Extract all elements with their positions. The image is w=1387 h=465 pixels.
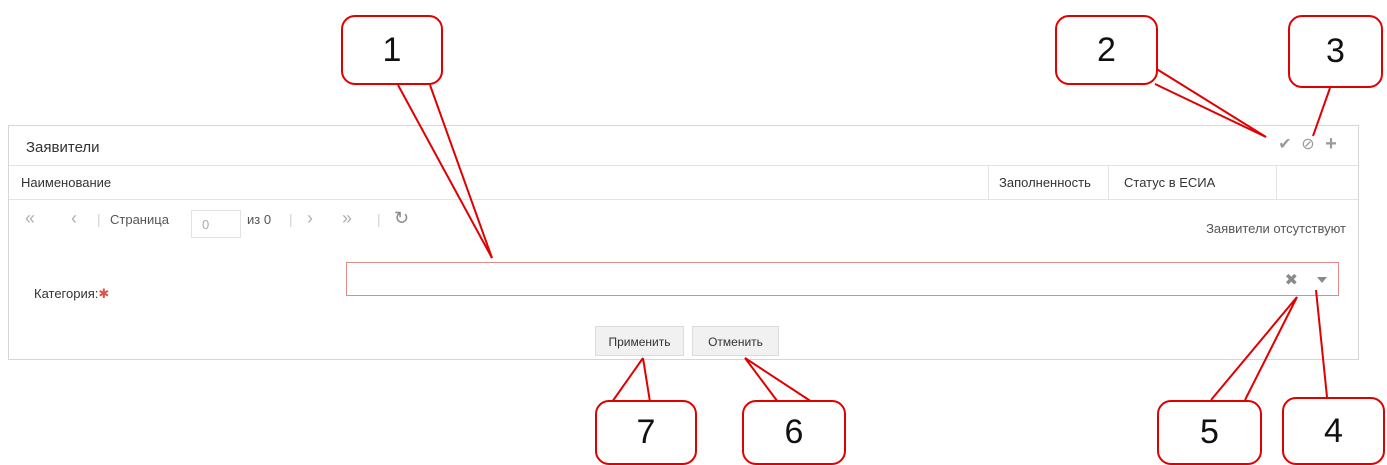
- required-marker: ✱: [98, 286, 110, 301]
- first-page-icon[interactable]: «: [25, 208, 35, 229]
- grid-header: Наименование Заполненность Статус в ЕСИА: [9, 166, 1358, 200]
- pager-separator: |: [289, 211, 293, 227]
- page-number-input[interactable]: [191, 210, 241, 238]
- pager-separator: |: [377, 211, 381, 227]
- callout-7: 7: [595, 400, 697, 465]
- column-header-name[interactable]: Наименование: [21, 166, 981, 199]
- leader-6b: [744, 357, 813, 403]
- category-combobox[interactable]: ✖: [346, 262, 1339, 296]
- panel-title: Заявители: [26, 139, 100, 156]
- pager-separator: |: [97, 211, 101, 227]
- column-header-empty: [1276, 166, 1360, 199]
- column-header-completeness[interactable]: Заполненность: [988, 166, 1108, 199]
- callout-2: 2: [1055, 15, 1158, 85]
- applicants-panel: Заявители ✔ ⊘ + Наименование Заполненнос…: [8, 125, 1359, 360]
- leader-7a: [611, 357, 644, 403]
- callout-5: 5: [1157, 400, 1262, 465]
- page-label: Страница: [110, 212, 169, 227]
- refresh-icon[interactable]: ↻: [394, 208, 409, 229]
- check-icon[interactable]: ✔: [1276, 135, 1294, 153]
- clear-icon[interactable]: ✖: [1285, 270, 1298, 290]
- cancel-button[interactable]: Отменить: [692, 326, 779, 356]
- empty-message: Заявители отсутствуют: [1206, 221, 1346, 236]
- last-page-icon[interactable]: »: [342, 208, 352, 229]
- panel-header: Заявители ✔ ⊘ +: [9, 126, 1358, 166]
- callout-6: 6: [742, 400, 846, 465]
- prev-page-icon[interactable]: ‹: [71, 208, 77, 229]
- chevron-down-icon[interactable]: [1317, 277, 1327, 283]
- plus-icon[interactable]: +: [1322, 133, 1340, 155]
- category-input[interactable]: [347, 263, 1287, 295]
- leader-7b: [642, 357, 651, 403]
- category-label-text: Категория:: [34, 286, 99, 301]
- category-label: Категория:✱: [34, 286, 109, 302]
- callout-1: 1: [341, 15, 443, 85]
- leader-6a: [744, 357, 779, 403]
- callout-4: 4: [1282, 397, 1385, 465]
- next-page-icon[interactable]: ›: [307, 208, 313, 229]
- callout-3: 3: [1288, 15, 1383, 88]
- column-header-esia-status[interactable]: Статус в ЕСИА: [1108, 166, 1276, 199]
- page-count-label: из 0: [247, 212, 272, 227]
- header-actions: ✔ ⊘ +: [1276, 133, 1340, 155]
- apply-button[interactable]: Применить: [595, 326, 684, 356]
- ban-icon[interactable]: ⊘: [1299, 135, 1317, 153]
